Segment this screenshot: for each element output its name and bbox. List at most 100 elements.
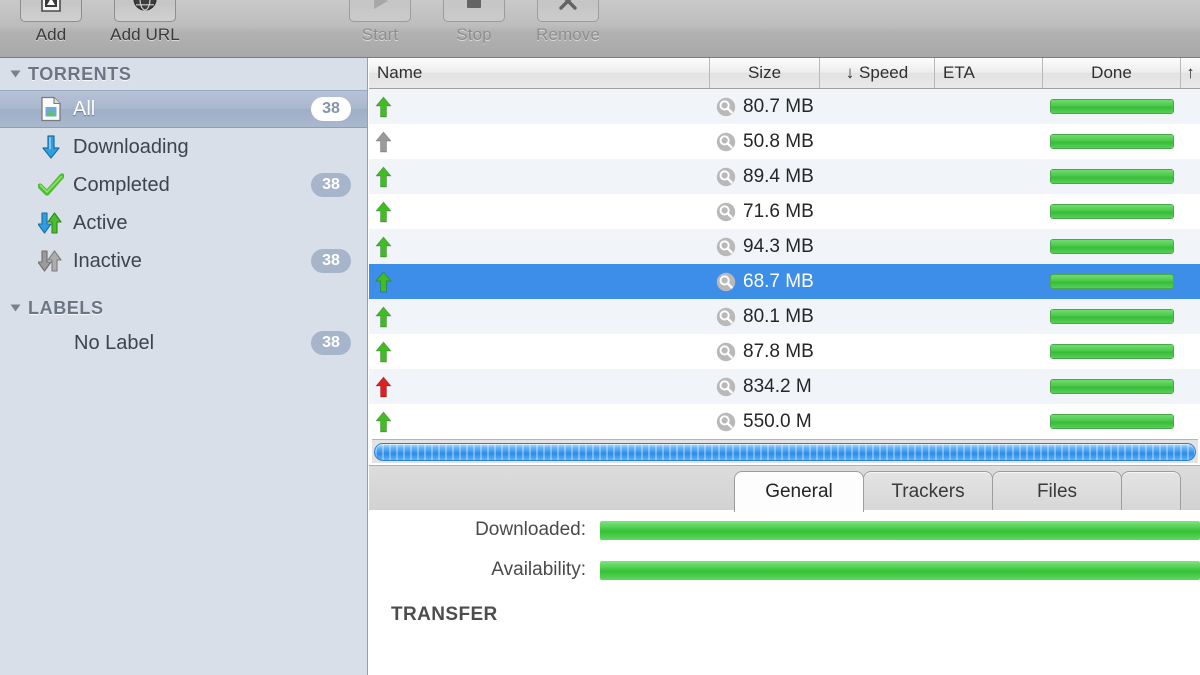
- column-header-eta[interactable]: ETA: [935, 58, 1043, 88]
- sidebar-item-inactive[interactable]: Inactive 38: [0, 242, 367, 280]
- chevron-down-icon[interactable]: [10, 304, 21, 312]
- cell-name: [369, 404, 710, 438]
- done-progress-bar: [1050, 309, 1174, 324]
- cell-speed: [820, 159, 935, 194]
- cell-eta: [935, 264, 1043, 299]
- tab-files[interactable]: Files: [992, 471, 1122, 512]
- table-row[interactable]: 50.8 MB: [369, 124, 1200, 159]
- cell-size: 71.6 MB: [710, 194, 820, 229]
- column-header-size[interactable]: Size: [710, 58, 820, 88]
- cell-size: 550.0 M: [710, 404, 820, 438]
- cell-upload: [1181, 334, 1200, 369]
- cell-done: [1043, 194, 1181, 229]
- horizontal-scrollbar[interactable]: [372, 439, 1198, 463]
- cell-done: [1043, 299, 1181, 334]
- size-value: 834.2 M: [743, 375, 812, 397]
- cell-size: 80.1 MB: [710, 299, 820, 334]
- cell-speed: [820, 89, 935, 124]
- size-value: 80.1 MB: [743, 305, 814, 327]
- size-value: 550.0 M: [743, 410, 812, 432]
- sidebar-item-active[interactable]: Active: [0, 204, 367, 242]
- toolbar-add-button[interactable]: Add: [4, 0, 98, 45]
- table-row[interactable]: 87.8 MB: [369, 334, 1200, 369]
- cell-name: [369, 124, 710, 159]
- magnifier-icon: [716, 132, 736, 152]
- status-arrow-icon: [375, 201, 392, 223]
- horizontal-scrollbar-thumb[interactable]: [374, 442, 1196, 461]
- gray-arrows-icon: [38, 248, 64, 274]
- stop-button-face[interactable]: [443, 0, 505, 22]
- cell-eta: [935, 369, 1043, 404]
- status-arrow-icon: [375, 376, 392, 398]
- tab-overflow[interactable]: [1121, 471, 1181, 512]
- toolbar-stop-button[interactable]: Stop: [427, 0, 521, 45]
- cell-eta: [935, 299, 1043, 334]
- table-row[interactable]: 834.2 M: [369, 369, 1200, 404]
- table-row[interactable]: 68.7 MB: [369, 264, 1200, 299]
- status-arrow-icon: [375, 306, 392, 328]
- cell-speed: [820, 299, 935, 334]
- start-button-face[interactable]: [349, 0, 411, 22]
- sidebar-item-all[interactable]: All 38: [0, 90, 367, 128]
- cell-upload: [1181, 299, 1200, 334]
- availability-progress-bar: [600, 560, 1200, 580]
- detail-label-availability: Availability:: [491, 559, 586, 580]
- cell-upload: [1181, 404, 1200, 438]
- table-row[interactable]: 80.1 MB: [369, 299, 1200, 334]
- chevron-down-icon[interactable]: [10, 70, 21, 78]
- status-arrow-icon: [375, 411, 392, 433]
- cell-name: [369, 89, 710, 124]
- toolbar-add-url-button[interactable]: Add URL: [98, 0, 192, 45]
- size-value: 87.8 MB: [743, 340, 814, 362]
- cell-eta: [935, 334, 1043, 369]
- cell-upload: [1181, 194, 1200, 229]
- table-row[interactable]: 550.0 M: [369, 404, 1200, 438]
- cell-name: [369, 159, 710, 194]
- sidebar-item-downloading[interactable]: Downloading: [0, 128, 367, 166]
- column-header-upload[interactable]: ↑: [1181, 58, 1200, 88]
- sidebar-group-labels-header[interactable]: LABELS: [0, 292, 367, 324]
- toolbar-remove-button[interactable]: Remove: [521, 0, 615, 45]
- tab-trackers[interactable]: Trackers: [863, 471, 993, 512]
- toolbar-group-transfer: Start Stop Remove: [333, 0, 615, 45]
- cell-speed: [820, 229, 935, 264]
- done-progress-bar: [1050, 134, 1174, 149]
- status-arrow-icon: [375, 271, 392, 293]
- downloaded-progress-bar: [600, 520, 1200, 540]
- toolbar-start-label: Start: [361, 25, 399, 44]
- toolbar: Add Add URL Start Stop Remove: [0, 0, 1200, 58]
- magnifier-icon: [716, 237, 736, 257]
- sidebar-item-active-label: Active: [73, 211, 128, 234]
- tab-general[interactable]: General: [734, 471, 864, 512]
- add-button-face[interactable]: [20, 0, 82, 22]
- sidebar-group-torrents-title: TORRENTS: [28, 63, 132, 84]
- stop-square-icon: [463, 0, 485, 17]
- sidebar-item-completed-label: Completed: [73, 173, 170, 196]
- magnifier-icon: [716, 167, 736, 187]
- sidebar-item-no-label[interactable]: No Label 38: [0, 324, 367, 362]
- torrent-client-window: Add Add URL Start Stop Remove TORRENTS A…: [0, 0, 1200, 675]
- toolbar-group-add: Add Add URL: [4, 0, 192, 45]
- cell-speed: [820, 124, 935, 159]
- cell-name: [369, 299, 710, 334]
- table-row[interactable]: 80.7 MB: [369, 89, 1200, 124]
- x-mark-icon: [557, 0, 579, 17]
- cell-upload: [1181, 264, 1200, 299]
- table-row[interactable]: 71.6 MB: [369, 194, 1200, 229]
- sidebar-item-inactive-badge: 38: [311, 249, 351, 273]
- cell-done: [1043, 229, 1181, 264]
- cell-done: [1043, 369, 1181, 404]
- sidebar-group-torrents-header[interactable]: TORRENTS: [0, 58, 367, 90]
- remove-button-face[interactable]: [537, 0, 599, 22]
- table-row[interactable]: 94.3 MB: [369, 229, 1200, 264]
- column-header-speed[interactable]: ↓ Speed: [820, 58, 935, 88]
- done-progress-bar: [1050, 169, 1174, 184]
- sidebar-item-completed[interactable]: Completed 38: [0, 166, 367, 204]
- table-row[interactable]: 89.4 MB: [369, 159, 1200, 194]
- toolbar-remove-label: Remove: [536, 25, 600, 44]
- column-header-done[interactable]: Done: [1043, 58, 1181, 88]
- column-header-name[interactable]: Name: [369, 58, 710, 88]
- add-url-button-face[interactable]: [114, 0, 176, 22]
- toolbar-start-button[interactable]: Start: [333, 0, 427, 45]
- cell-upload: [1181, 89, 1200, 124]
